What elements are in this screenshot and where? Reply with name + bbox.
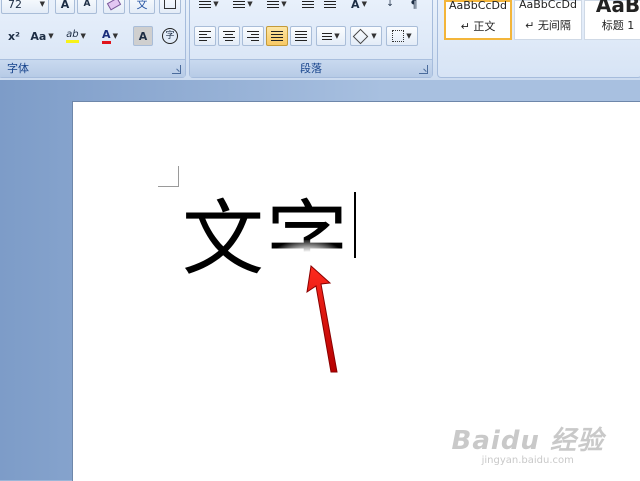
superscript-button[interactable]: x² (3, 26, 25, 46)
numbering-button[interactable]: ▼ (228, 0, 258, 14)
phonetic-guide-icon: 文 (136, 0, 148, 11)
chevron-down-icon: ▼ (371, 32, 377, 40)
chevron-down-icon: ▼ (281, 0, 287, 8)
styles-group: AaBbCcDd ↵ 正文 AaBbCcDd ↵ 无间隔 AaB 标题 1 (437, 0, 640, 78)
decrease-indent-icon (302, 0, 314, 8)
ribbon: 72 ▼ A A 文 x² Aa ▼ ab ▼ A ▼ A 字 字体 ▼ ▼ ▼… (0, 0, 640, 81)
line-spacing-icon (322, 32, 333, 40)
text-cursor (354, 192, 356, 258)
highlighter-icon: ab (66, 29, 79, 43)
paragraph-group-label-text: 段落 (300, 62, 322, 75)
clear-format-button[interactable] (103, 0, 125, 14)
style-sample: AaBbCcDd (519, 0, 577, 11)
multilevel-list-icon (267, 0, 280, 8)
bullets-button[interactable]: ▼ (194, 0, 224, 14)
change-case-button[interactable]: Aa ▼ (27, 26, 57, 46)
chevron-down-icon: ▼ (406, 32, 412, 40)
chevron-down-icon: ▼ (80, 32, 86, 40)
chevron-down-icon: ▼ (361, 0, 367, 8)
distributed-icon (295, 31, 307, 41)
paragraph-mark-icon: ¶ (410, 0, 418, 11)
grow-font-button[interactable]: A (55, 0, 75, 14)
borders-button[interactable]: ▼ (386, 26, 418, 46)
align-center-icon (223, 31, 235, 41)
character-shading-icon: A (138, 29, 148, 43)
baidu-watermark: Baidu 经验 jingyan.baidu.com (452, 420, 604, 466)
character-border-icon (164, 0, 176, 9)
watermark-logo: Baidu 经验 (451, 426, 604, 456)
font-size-box[interactable]: 72 ▼ (1, 0, 49, 14)
multilevel-list-button[interactable]: ▼ (262, 0, 292, 14)
margin-corner-mark (158, 166, 179, 187)
font-color-icon: A (102, 28, 111, 44)
font-group: 72 ▼ A A 文 x² Aa ▼ ab ▼ A ▼ A 字 字体 (0, 0, 186, 78)
sort-icon: ↓ (386, 0, 394, 9)
paint-bucket-icon (353, 28, 369, 44)
font-size-value: 72 (8, 0, 22, 11)
chevron-down-icon: ▼ (247, 0, 253, 8)
paragraph-dialog-launcher-icon[interactable] (419, 65, 428, 74)
style-heading-1[interactable]: AaB 标题 1 (584, 0, 640, 40)
style-no-spacing[interactable]: AaBbCcDd ↵ 无间隔 (514, 0, 582, 40)
style-name: 标题 1 (601, 19, 635, 32)
shading-button[interactable]: ▼ (350, 26, 382, 46)
justify-button[interactable] (266, 26, 288, 46)
style-sample: AaB (595, 0, 640, 17)
increase-indent-icon (324, 0, 336, 8)
superscript-icon: x² (8, 29, 20, 43)
chevron-down-icon: ▼ (334, 32, 340, 40)
eraser-icon (106, 0, 122, 11)
chevron-down-icon: ▼ (112, 32, 118, 40)
grow-font-icon: A (60, 0, 70, 11)
paragraph-group-label: 段落 (190, 59, 432, 77)
justify-icon (271, 31, 283, 41)
chevron-down-icon: ▼ (48, 32, 54, 40)
increase-indent-button[interactable] (320, 0, 340, 14)
enclose-characters-icon: 字 (162, 28, 178, 44)
phonetic-guide-button[interactable]: 文 (129, 0, 155, 14)
enclose-characters-button[interactable]: 字 (159, 26, 181, 46)
decrease-indent-button[interactable] (298, 0, 318, 14)
style-name: ↵ 无间隔 (525, 19, 571, 32)
style-normal[interactable]: AaBbCcDd ↵ 正文 (444, 0, 512, 40)
font-group-label-text: 字体 (7, 62, 29, 75)
line-spacing-button[interactable]: ▼ (316, 26, 346, 46)
numbered-list-icon (233, 0, 246, 8)
asian-layout-button[interactable]: A ▼ (344, 0, 374, 14)
paragraph-group: ▼ ▼ ▼ A ▼ ↓ ¶ ▼ ▼ ▼ 段落 (189, 0, 433, 78)
shrink-font-icon: A (83, 0, 91, 9)
align-right-button[interactable] (242, 26, 264, 46)
show-marks-button[interactable]: ¶ (404, 0, 424, 14)
character-shading-button[interactable]: A (133, 26, 153, 46)
style-name: ↵ 正文 (460, 20, 496, 33)
bullet-list-icon (199, 0, 212, 8)
distributed-button[interactable] (290, 26, 312, 46)
font-dialog-launcher-icon[interactable] (172, 65, 181, 74)
chevron-down-icon: ▼ (213, 0, 219, 8)
font-color-button[interactable]: A ▼ (95, 26, 125, 46)
style-sample: AaBbCcDd (449, 0, 507, 12)
align-center-button[interactable] (218, 26, 240, 46)
eraser-smudge (268, 240, 348, 295)
shrink-font-button[interactable]: A (77, 0, 97, 14)
align-right-icon (247, 31, 259, 41)
align-left-button[interactable] (194, 26, 216, 46)
text-highlight-button[interactable]: ab ▼ (61, 26, 91, 46)
chevron-down-icon: ▼ (39, 0, 45, 8)
asian-layout-icon: A (351, 0, 360, 11)
font-group-label: 字体 (0, 59, 185, 77)
change-case-icon: Aa (30, 29, 47, 43)
sort-button[interactable]: ↓ (380, 0, 400, 14)
character-border-button[interactable] (159, 0, 181, 14)
borders-icon (392, 30, 405, 42)
align-left-icon (199, 31, 211, 41)
